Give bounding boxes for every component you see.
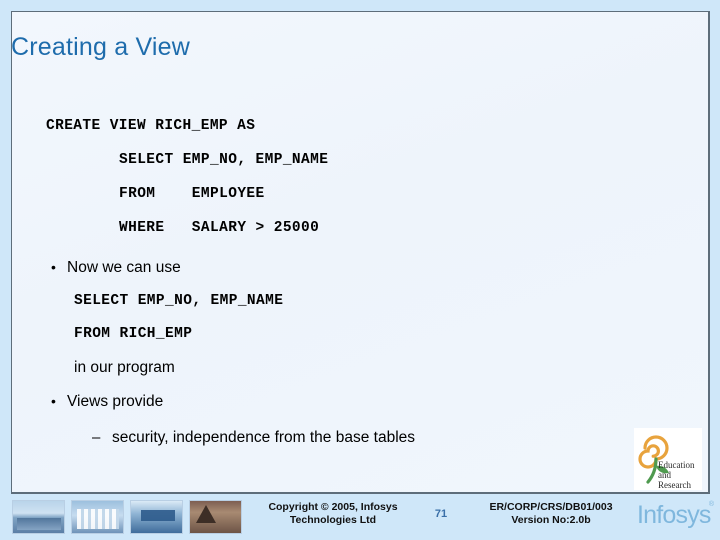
page-title: Creating a View bbox=[11, 33, 191, 61]
list-item: – security, independence from the base t… bbox=[92, 429, 415, 447]
bullet-text-now-we-can-use: Now we can use bbox=[67, 259, 181, 276]
footer-page-number: 71 bbox=[434, 508, 448, 520]
code-line-create-view: CREATE VIEW RICH_EMP AS bbox=[46, 118, 256, 134]
bullet-text-views-provide: Views provide bbox=[67, 393, 164, 410]
slide-canvas: Creating a View CREATE VIEW RICH_EMP AS … bbox=[0, 0, 720, 540]
registered-trademark-icon: ® bbox=[708, 501, 714, 508]
campus-photo-3 bbox=[130, 500, 183, 534]
text-in-our-program: in our program bbox=[74, 359, 175, 376]
education-and-research-logo: Education and Research bbox=[634, 428, 702, 490]
footer-version: Version No:2.0b bbox=[511, 514, 591, 526]
campus-photo-4 bbox=[189, 500, 242, 534]
code-line-from: FROM EMPLOYEE bbox=[119, 186, 265, 202]
code-line-where: WHERE SALARY > 25000 bbox=[119, 220, 320, 236]
bullet-marker-icon: • bbox=[51, 393, 56, 409]
campus-photo-1 bbox=[12, 500, 65, 534]
campus-photo-2 bbox=[71, 500, 124, 534]
campus-photo-strip bbox=[12, 500, 242, 534]
slide-content-panel bbox=[11, 11, 710, 494]
code-line-select: SELECT EMP_NO, EMP_NAME bbox=[119, 152, 329, 168]
infosys-logo: Infosys ® bbox=[637, 500, 717, 532]
er-logo-line-1: Education bbox=[658, 460, 695, 470]
list-item: • Views provide bbox=[51, 393, 163, 411]
footer-document-id: ER/CORP/CRS/DB01/003 Version No:2.0b bbox=[470, 501, 632, 527]
infosys-wordmark: Infosys bbox=[637, 501, 711, 529]
er-logo-line-2: and bbox=[658, 470, 671, 480]
dash-marker-icon: – bbox=[92, 429, 101, 446]
footer-doc-code: ER/CORP/CRS/DB01/003 bbox=[489, 501, 613, 513]
list-item: • Now we can use bbox=[51, 259, 181, 277]
er-logo-line-3: Research bbox=[658, 480, 691, 490]
subbullet-text-security: security, independence from the base tab… bbox=[112, 429, 416, 446]
bullet-marker-icon: • bbox=[51, 259, 56, 275]
code-line-from-rich-emp: FROM RICH_EMP bbox=[74, 326, 193, 342]
code-line-select-rich: SELECT EMP_NO, EMP_NAME bbox=[74, 293, 284, 309]
footer-copyright: Copyright © 2005, Infosys Technologies L… bbox=[268, 501, 398, 526]
